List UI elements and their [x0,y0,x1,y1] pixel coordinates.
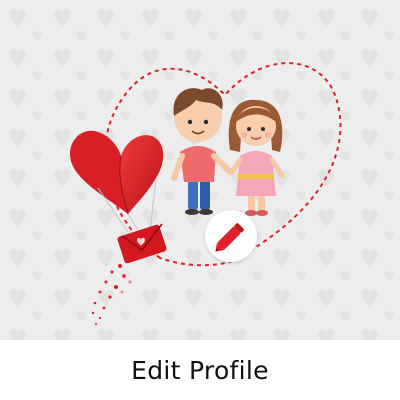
caption-bar: Edit Profile [0,340,400,400]
page-title: Edit Profile [131,355,269,385]
illustration-canvas [0,0,400,340]
pencil-icon [215,223,244,252]
profile-illustration [0,0,400,340]
edit-profile-button[interactable] [205,210,257,262]
